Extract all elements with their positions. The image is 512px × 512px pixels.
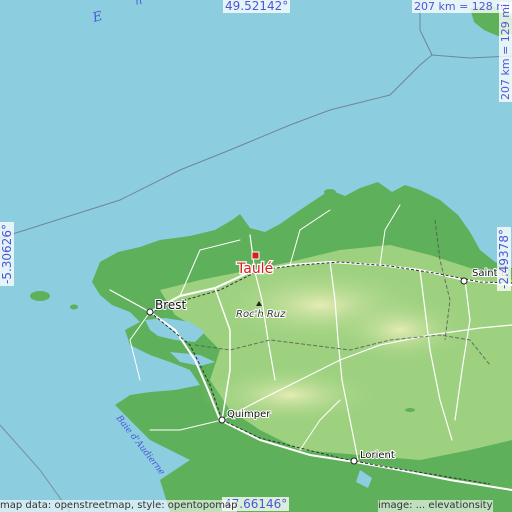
place-label-highlight: Taulé xyxy=(236,261,273,277)
island-landmass xyxy=(324,189,336,195)
brest-marker[interactable] xyxy=(146,308,154,316)
place-label-brest: Brest xyxy=(155,298,187,312)
saint-brieuc-marker[interactable] xyxy=(460,277,468,285)
image-attribution: image: ... elevationsity xyxy=(378,500,493,512)
place-label-quimper: Quimper xyxy=(227,409,271,420)
location-marker[interactable] xyxy=(251,251,260,260)
map-attribution: map data: openstreetmap, style: opentopo… xyxy=(0,500,238,512)
horizontal-scale-label: 207 km = 128 mi xyxy=(412,0,512,13)
place-label-lorient: Lorient xyxy=(360,450,395,461)
east-longitude-label: -2.49378° xyxy=(497,227,511,291)
island-landmass xyxy=(405,408,415,412)
terrain-map[interactable]: Taulé Brest Quimper Lorient Saint-B Roc'… xyxy=(0,0,512,512)
island-landmass xyxy=(70,304,78,310)
west-longitude-label: -5.30626° xyxy=(0,222,14,286)
lorient-marker[interactable] xyxy=(350,457,358,465)
vertical-scale-label: 207 km = 129 mi xyxy=(499,1,512,102)
quimper-marker[interactable] xyxy=(218,416,226,424)
north-latitude-label: 49.52142° xyxy=(223,0,291,13)
place-label-summit: Roc'h Ruz xyxy=(236,309,286,320)
island-landmass xyxy=(30,291,50,301)
